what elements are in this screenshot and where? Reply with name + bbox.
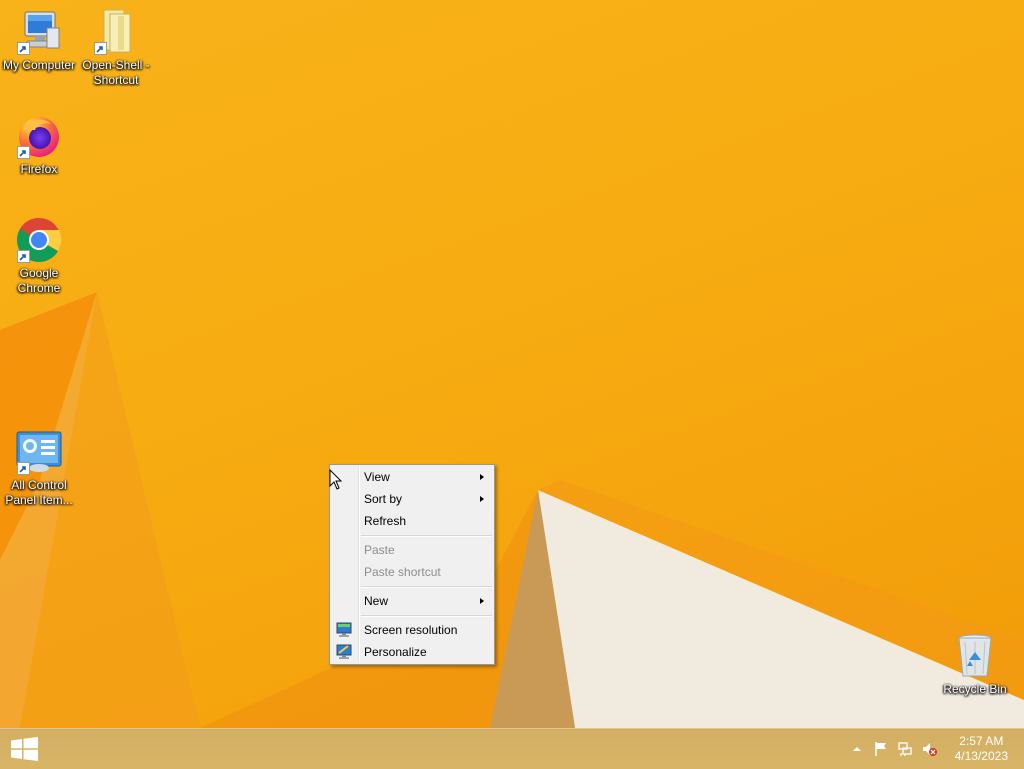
menu-separator <box>361 615 492 617</box>
action-center-flag-icon[interactable] <box>873 741 889 757</box>
desktop-icon-label: Google Chrome <box>17 266 61 295</box>
network-icon[interactable] <box>897 741 913 757</box>
mouse-cursor-icon <box>329 469 343 490</box>
menu-item-label: Paste shortcut <box>364 565 441 579</box>
desktop[interactable]: My Computer Open-Shell - Shortcut Firefo… <box>0 0 1024 728</box>
shortcut-arrow-icon <box>17 42 30 55</box>
menu-item-personalize[interactable]: Personalize <box>332 641 492 663</box>
wallpaper <box>0 292 1024 728</box>
desktop-icon-firefox[interactable]: Firefox <box>0 112 78 177</box>
menu-item-label: New <box>364 594 389 608</box>
menu-item-paste: Paste <box>332 539 492 561</box>
volume-muted-icon[interactable] <box>921 741 937 757</box>
menu-item-paste-shortcut: Paste shortcut <box>332 561 492 583</box>
windows-logo-icon <box>11 737 38 761</box>
menu-item-label: Paste <box>364 543 395 557</box>
submenu-arrow-icon <box>480 598 484 604</box>
menu-item-label: Screen resolution <box>364 623 458 637</box>
desktop-icon-control-panel[interactable]: All Control Panel Item... <box>0 428 78 508</box>
desktop-icon-my-computer[interactable]: My Computer <box>0 8 78 73</box>
menu-item-new[interactable]: New <box>332 590 492 612</box>
shortcut-arrow-icon <box>17 462 30 475</box>
menu-item-sort-by[interactable]: Sort by <box>332 488 492 510</box>
desktop-icon-label: All Control Panel Item... <box>5 478 73 507</box>
menu-separator <box>361 535 492 537</box>
desktop-icon-recycle-bin[interactable]: Recycle Bin <box>936 632 1014 697</box>
shortcut-arrow-icon <box>17 146 30 159</box>
desktop-icon-label: Open-Shell - Shortcut <box>82 58 150 87</box>
submenu-arrow-icon <box>480 474 484 480</box>
recycle-bin-icon <box>958 634 992 677</box>
shortcut-arrow-icon <box>94 42 107 55</box>
shortcut-arrow-icon <box>17 250 30 263</box>
desktop-icon-label: Firefox <box>20 162 58 176</box>
desktop-icon-label: My Computer <box>2 58 76 72</box>
desktop-context-menu: View Sort by Refresh Paste Paste shortcu… <box>329 464 495 665</box>
menu-item-label: View <box>364 470 390 484</box>
menu-item-label: Refresh <box>364 514 407 528</box>
start-button[interactable] <box>0 729 48 769</box>
taskbar: 2:57 AM 4/13/2023 <box>0 728 1024 769</box>
submenu-arrow-icon <box>480 496 484 502</box>
taskbar-clock[interactable]: 2:57 AM 4/13/2023 <box>955 734 1008 764</box>
menu-separator <box>361 586 492 588</box>
clock-time: 2:57 AM <box>959 734 1004 748</box>
menu-item-label: Sort by <box>364 492 403 506</box>
clock-date: 4/13/2023 <box>954 749 1008 763</box>
show-hidden-icons-arrow-icon[interactable] <box>849 741 865 757</box>
desktop-icon-open-shell[interactable]: Open-Shell - Shortcut <box>77 8 155 88</box>
personalize-icon <box>336 644 352 659</box>
desktop-icon-chrome[interactable]: Google Chrome <box>0 216 78 296</box>
menu-item-view[interactable]: View <box>332 466 492 488</box>
menu-item-label: Personalize <box>364 645 427 659</box>
menu-item-screen-resolution[interactable]: Screen resolution <box>332 619 492 641</box>
desktop-icon-label: Recycle Bin <box>943 682 1007 696</box>
menu-item-refresh[interactable]: Refresh <box>332 510 492 532</box>
screen-resolution-icon <box>336 622 352 637</box>
